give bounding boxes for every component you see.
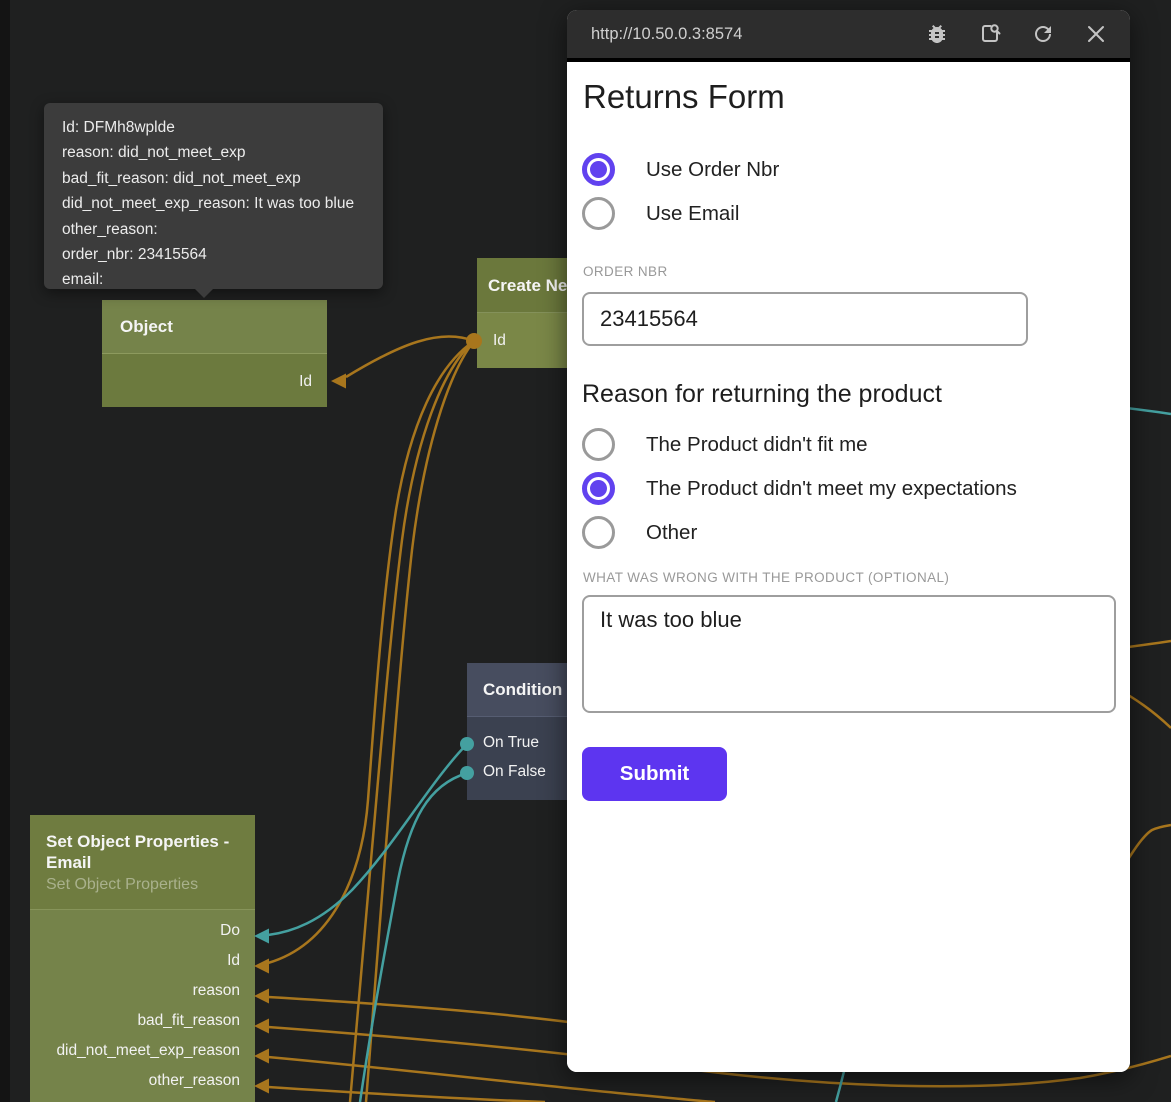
radio-use-order-nbr[interactable]: Use Order Nbr [582, 153, 779, 186]
radio-didnt-fit[interactable]: The Product didn't fit me [582, 428, 868, 461]
node-object[interactable]: Object Id [102, 300, 327, 408]
radio-label: Use Email [646, 202, 739, 226]
radio-circle[interactable] [582, 197, 615, 230]
submit-button[interactable]: Submit [582, 747, 727, 801]
radio-use-email[interactable]: Use Email [582, 197, 739, 230]
reason-section-heading: Reason for returning the product [582, 380, 942, 409]
popup-url: http://10.50.0.3:8574 [591, 25, 925, 44]
port-id[interactable]: Id [493, 332, 506, 350]
wire-to-set-other-reason [268, 1087, 545, 1102]
tooltip-line: bad_fit_reason: did_not_meet_exp [62, 166, 365, 191]
preview-popup-window: http://10.50.0.3:8574 [567, 10, 1130, 1072]
port-on-false[interactable]: On False [483, 763, 546, 781]
refresh-icon[interactable] [1031, 22, 1055, 46]
tooltip-line: order_nbr: 23415564 [62, 242, 365, 267]
radio-circle[interactable] [582, 516, 615, 549]
node-set-object-properties-email[interactable]: Set Object Properties - Email Set Object… [30, 815, 255, 1102]
port-bad-fit-reason[interactable]: bad_fit_reason [137, 1012, 240, 1030]
node-data-tooltip: Id: DFMh8wplde reason: did_not_meet_exp … [44, 103, 383, 289]
port-id[interactable]: Id [227, 952, 240, 970]
radio-other[interactable]: Other [582, 516, 697, 549]
popup-title-bar[interactable]: http://10.50.0.3:8574 [567, 10, 1130, 62]
node-set-header: Set Object Properties - Email Set Object… [30, 815, 255, 910]
debug-icon[interactable] [925, 22, 949, 46]
arrow-set-id [254, 959, 269, 974]
arrow-set-reason [254, 989, 269, 1004]
page-title: Returns Form [583, 78, 785, 116]
port-do[interactable]: Do [220, 922, 240, 940]
tooltip-line: did_not_meet_exp_reason: It was too blue [62, 191, 365, 216]
node-title: Set Object Properties - Email [46, 831, 231, 873]
node-object-body: Id [102, 354, 327, 407]
port-dots-and-arrows [254, 333, 482, 1094]
wire-create-id-to-object-id [346, 336, 474, 377]
order-nbr-input[interactable] [582, 292, 1028, 346]
canvas-left-edge [0, 0, 10, 1102]
tooltip-line: email: [62, 267, 365, 292]
wire-create-id-down-2 [366, 341, 474, 1102]
radio-label: The Product didn't meet my expectations [646, 477, 1017, 501]
radio-label: Other [646, 521, 697, 545]
order-nbr-label: ORDER NBR [583, 264, 668, 279]
arrow-set-other [254, 1079, 269, 1094]
radio-circle[interactable] [582, 428, 615, 461]
wire-on-false-down [360, 773, 467, 1102]
port-on-true[interactable]: On True [483, 734, 539, 752]
radio-circle[interactable] [582, 153, 615, 186]
node-title: Object [120, 316, 327, 337]
preview-icon[interactable] [978, 22, 1002, 46]
flow-editor-canvas: Object Id Create Ne Id Condition On True… [0, 0, 1171, 1102]
wrong-with-product-label: WHAT WAS WRONG WITH THE PRODUCT (OPTIONA… [583, 570, 949, 585]
arrow-object-id [331, 374, 346, 389]
radio-label: The Product didn't fit me [646, 433, 868, 457]
tooltip-line: Id: DFMh8wplde [62, 115, 365, 140]
returns-form: Returns Form Use Order Nbr Use Email ORD… [567, 62, 1130, 1072]
node-subtitle: Set Object Properties [46, 876, 255, 894]
port-did-not-meet-exp-reason[interactable]: did_not_meet_exp_reason [56, 1042, 240, 1060]
wire-create-id-down-1 [350, 341, 474, 1102]
radio-didnt-meet-expectations[interactable]: The Product didn't meet my expectations [582, 472, 1017, 505]
port-id[interactable]: Id [299, 373, 312, 391]
radio-label: Use Order Nbr [646, 158, 779, 182]
close-icon[interactable] [1084, 22, 1108, 46]
port-reason[interactable]: reason [193, 982, 240, 1000]
tooltip-line: other_reason: [62, 217, 365, 242]
wire-to-set-id [268, 341, 474, 963]
wrong-with-product-textarea[interactable]: It was too blue [582, 595, 1116, 713]
arrow-set-did-not-meet [254, 1049, 269, 1064]
arrow-set-bad-fit [254, 1019, 269, 1034]
wire-on-true-to-do [268, 744, 467, 935]
node-set-body: Do Id reason bad_fit_reason did_not_meet… [30, 910, 255, 1102]
node-object-header: Object [102, 300, 327, 354]
radio-circle[interactable] [582, 472, 615, 505]
arrow-set-do [254, 929, 269, 944]
tooltip-line: reason: did_not_meet_exp [62, 140, 365, 165]
port-other-reason[interactable]: other_reason [149, 1072, 240, 1090]
